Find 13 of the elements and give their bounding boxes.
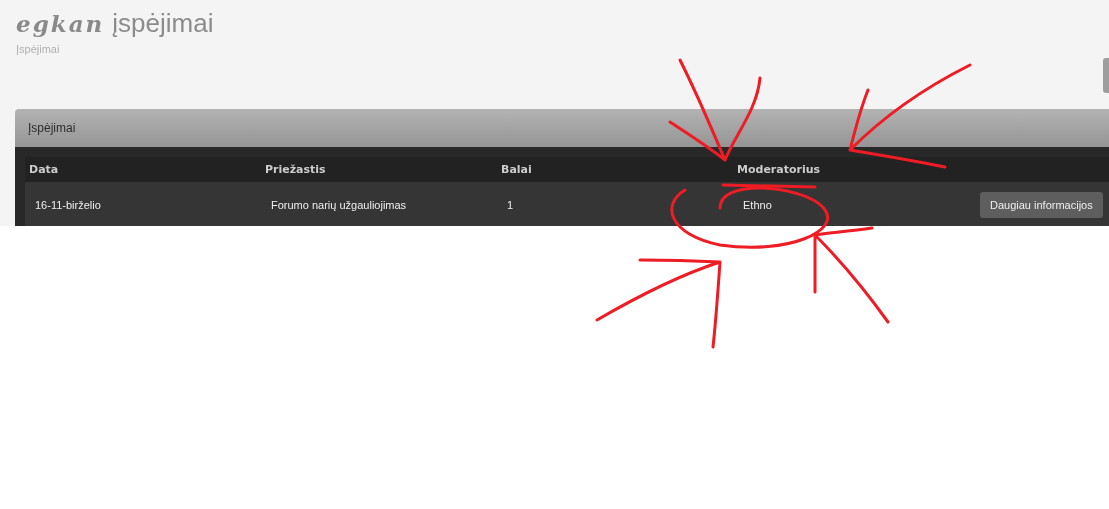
table-cell-text: Forumo narių užgauliojimas (271, 199, 408, 211)
site-logo[interactable]: egkan (16, 10, 105, 37)
column-header: Moderatorius (737, 163, 822, 176)
column-header: Balai (501, 163, 533, 176)
column-header: Priežastis (265, 163, 327, 176)
panel-header: Įspėjimai (15, 109, 1109, 147)
breadcrumb-link[interactable]: Įspėjimai (16, 43, 1109, 55)
table-cell-text: Ethno (743, 199, 773, 211)
column-header: Data (29, 163, 60, 176)
table-cell-text: 16-11-birželio (35, 199, 102, 211)
table-cell-text: 1 (507, 199, 515, 211)
page-title: įspėjimai (112, 8, 214, 39)
more-info-button[interactable]: Daugiau informacijos (980, 192, 1103, 218)
